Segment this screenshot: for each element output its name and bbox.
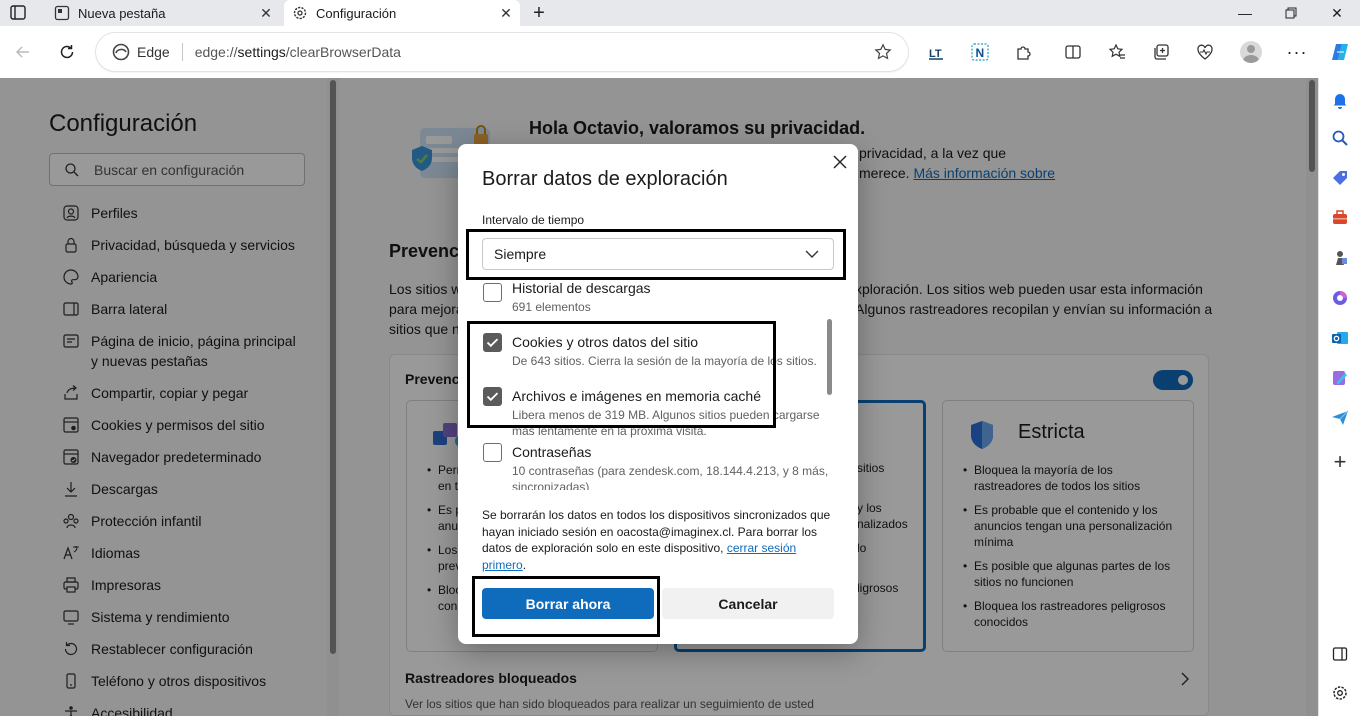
url-host: settings xyxy=(237,44,286,60)
address-bar[interactable]: Edge edge://settings/clearBrowserData xyxy=(96,33,908,71)
add-sidebar-app-icon[interactable]: + xyxy=(1328,449,1352,474)
tab-new-tab[interactable]: Nueva pestaña ✕ xyxy=(44,0,280,26)
gear-icon xyxy=(293,6,307,20)
svg-text:LT: LT xyxy=(929,48,942,60)
notifications-bell-icon[interactable] xyxy=(1328,88,1352,112)
close-dialog-icon[interactable] xyxy=(831,153,849,171)
new-tab-button[interactable]: + xyxy=(528,2,550,24)
passwords-subtitle-line2: sincronizadas) xyxy=(512,480,590,490)
copilot-icon[interactable] xyxy=(1325,37,1355,67)
passwords-title: Contraseñas xyxy=(512,444,592,460)
tab-label: Nueva pestaña xyxy=(78,5,166,21)
restore-icon xyxy=(1285,7,1297,19)
outlook-icon[interactable] xyxy=(1328,326,1352,350)
close-tab-icon[interactable]: ✕ xyxy=(498,5,514,21)
highlight-box-time-range xyxy=(466,229,846,280)
svg-text:N: N xyxy=(976,46,985,60)
sync-note-line2: hayan iniciado sesión en oacosta@imagine… xyxy=(482,524,818,539)
more-options-icon[interactable]: ··· xyxy=(1282,37,1312,67)
refresh-icon[interactable] xyxy=(52,37,82,67)
edge-sidebar: + xyxy=(1318,78,1360,716)
microsoft-365-icon[interactable] xyxy=(1328,286,1352,310)
sync-note-line1: Se borrarán los datos en todos los dispo… xyxy=(482,508,831,522)
cancel-button[interactable]: Cancelar xyxy=(662,588,834,619)
send-paper-plane-icon[interactable] xyxy=(1328,406,1352,430)
collections-icon[interactable] xyxy=(1146,37,1176,67)
highlight-box-checkboxes xyxy=(467,321,776,428)
close-window-button[interactable]: ✕ xyxy=(1314,0,1360,26)
passwords-subtitle-line1: 10 contraseñas (para zendesk.com, 18.144… xyxy=(512,464,829,478)
new-tab-page-icon xyxy=(54,5,70,21)
extension-n-icon[interactable]: N xyxy=(965,37,995,67)
address-prefix: Edge xyxy=(137,44,170,60)
split-screen-icon[interactable] xyxy=(1058,37,1088,67)
back-icon[interactable] xyxy=(8,37,38,67)
sidebar-settings-gear-icon[interactable] xyxy=(1328,681,1352,705)
tab-settings[interactable]: Configuración ✕ xyxy=(284,0,520,26)
list-scrollbar-thumb[interactable] xyxy=(827,319,832,395)
dialog-title: Borrar datos de exploración xyxy=(482,168,728,190)
hide-sidebar-icon[interactable] xyxy=(1328,642,1352,666)
favorites-icon[interactable] xyxy=(1102,37,1132,67)
sync-note-end: . xyxy=(522,557,527,572)
download-history-title: Historial de descargas xyxy=(512,281,651,296)
edge-logo-icon xyxy=(112,43,130,61)
restore-button[interactable] xyxy=(1268,0,1314,26)
download-history-checkbox[interactable] xyxy=(483,283,502,302)
sync-note-line3: datos de exploración solo en este dispos… xyxy=(482,541,724,555)
tools-briefcase-icon[interactable] xyxy=(1328,206,1352,230)
time-range-label: Intervalo de tiempo xyxy=(482,213,585,227)
download-history-subtitle: 691 elementos xyxy=(512,300,591,314)
avatar[interactable] xyxy=(1240,41,1262,63)
designer-icon[interactable] xyxy=(1328,366,1352,390)
extensions-puzzle-icon[interactable] xyxy=(1009,37,1039,67)
highlight-box-clear-button xyxy=(472,576,660,637)
tab-actions-icon[interactable] xyxy=(8,4,28,22)
search-icon[interactable] xyxy=(1328,126,1352,150)
games-chess-icon[interactable] xyxy=(1328,246,1352,270)
shopping-tag-icon[interactable] xyxy=(1328,166,1352,190)
url-scheme: edge:// xyxy=(194,44,238,60)
sync-note: Se borrarán los datos en todos los dispo… xyxy=(482,507,834,573)
passwords-checkbox[interactable] xyxy=(483,443,502,462)
favorite-star-icon[interactable] xyxy=(874,43,892,61)
tab-label: Configuración xyxy=(316,5,397,21)
passwords-subtitle: 10 contraseñas (para zendesk.com, 18.144… xyxy=(512,463,828,490)
url-path: /clearBrowserData xyxy=(285,44,401,60)
extension-lt-icon[interactable]: LT xyxy=(921,37,951,67)
sign-out-first-link[interactable]: primero xyxy=(482,558,523,572)
title-bar: Nueva pestaña ✕ Configuración ✕ + — ✕ xyxy=(0,0,1360,26)
close-tab-icon[interactable]: ✕ xyxy=(258,5,274,21)
sign-out-link[interactable]: cerrar sesión xyxy=(727,541,796,555)
browser-essentials-icon[interactable] xyxy=(1190,37,1220,67)
minimize-button[interactable]: — xyxy=(1222,0,1268,26)
browser-toolbar: Edge edge://settings/clearBrowserData LT… xyxy=(0,26,1360,78)
